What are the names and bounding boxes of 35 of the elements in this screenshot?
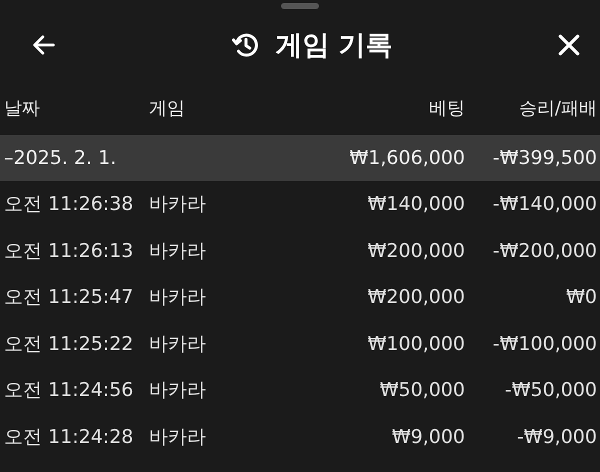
table-cell-text: 바카라 (149, 424, 207, 450)
column-header: 베팅 (428, 97, 465, 120)
date-group-row[interactable]: –2025. 2. 1. ₩1,606,000 -₩399,500 (0, 135, 600, 181)
table-cell-text: 오전 11:26:38 (4, 192, 134, 218)
window-title: 게임 기록 (275, 29, 393, 63)
table-cell-text: 오전 11:24:56 (4, 378, 134, 404)
column-header: 승리/패배 (518, 97, 597, 120)
column-header: 날짜 (4, 97, 41, 120)
table-cell-text: ₩50,000 (378, 379, 465, 402)
table-cell-text: -₩140,000 (492, 193, 597, 216)
table-cell-text: 바카라 (149, 378, 207, 404)
close-icon (556, 32, 582, 58)
table-cell-text: 오전 11:26:13 (4, 238, 134, 264)
table-cell-text: -₩9,000 (516, 426, 597, 448)
table-cell-text: 오전 11:24:28 (4, 424, 134, 450)
table-cell-text: 바카라 (149, 285, 207, 310)
table-cell-text: ₩200,000 (366, 240, 465, 262)
table-cell-text: ₩200,000 (366, 286, 465, 308)
table-cell-text: -₩200,000 (492, 240, 597, 262)
table-cell-text: 오전 11:25:22 (4, 332, 134, 357)
column-header: 게임 (149, 97, 186, 120)
table-cell-text: -₩50,000 (504, 379, 597, 402)
table-cell-text: ₩1,606,000 (348, 147, 465, 169)
table-cell-text: ₩0 (565, 286, 597, 308)
table-cell-text: ₩9,000 (390, 426, 465, 448)
table-cell-text: ₩100,000 (366, 332, 465, 355)
table-cell-text: -₩100,000 (492, 332, 597, 355)
table-cell-text: 오전 11:25:47 (4, 285, 134, 310)
table-cell-text: ₩140,000 (366, 193, 465, 216)
table-cell-text: 바카라 (149, 238, 207, 264)
table-cell-text: 바카라 (149, 192, 207, 218)
drag-handle[interactable] (281, 3, 319, 9)
table-cell-text: -₩399,500 (492, 147, 597, 169)
table-cell-text: 바카라 (149, 332, 207, 357)
group-date: –2025. 2. 1. (4, 147, 118, 169)
